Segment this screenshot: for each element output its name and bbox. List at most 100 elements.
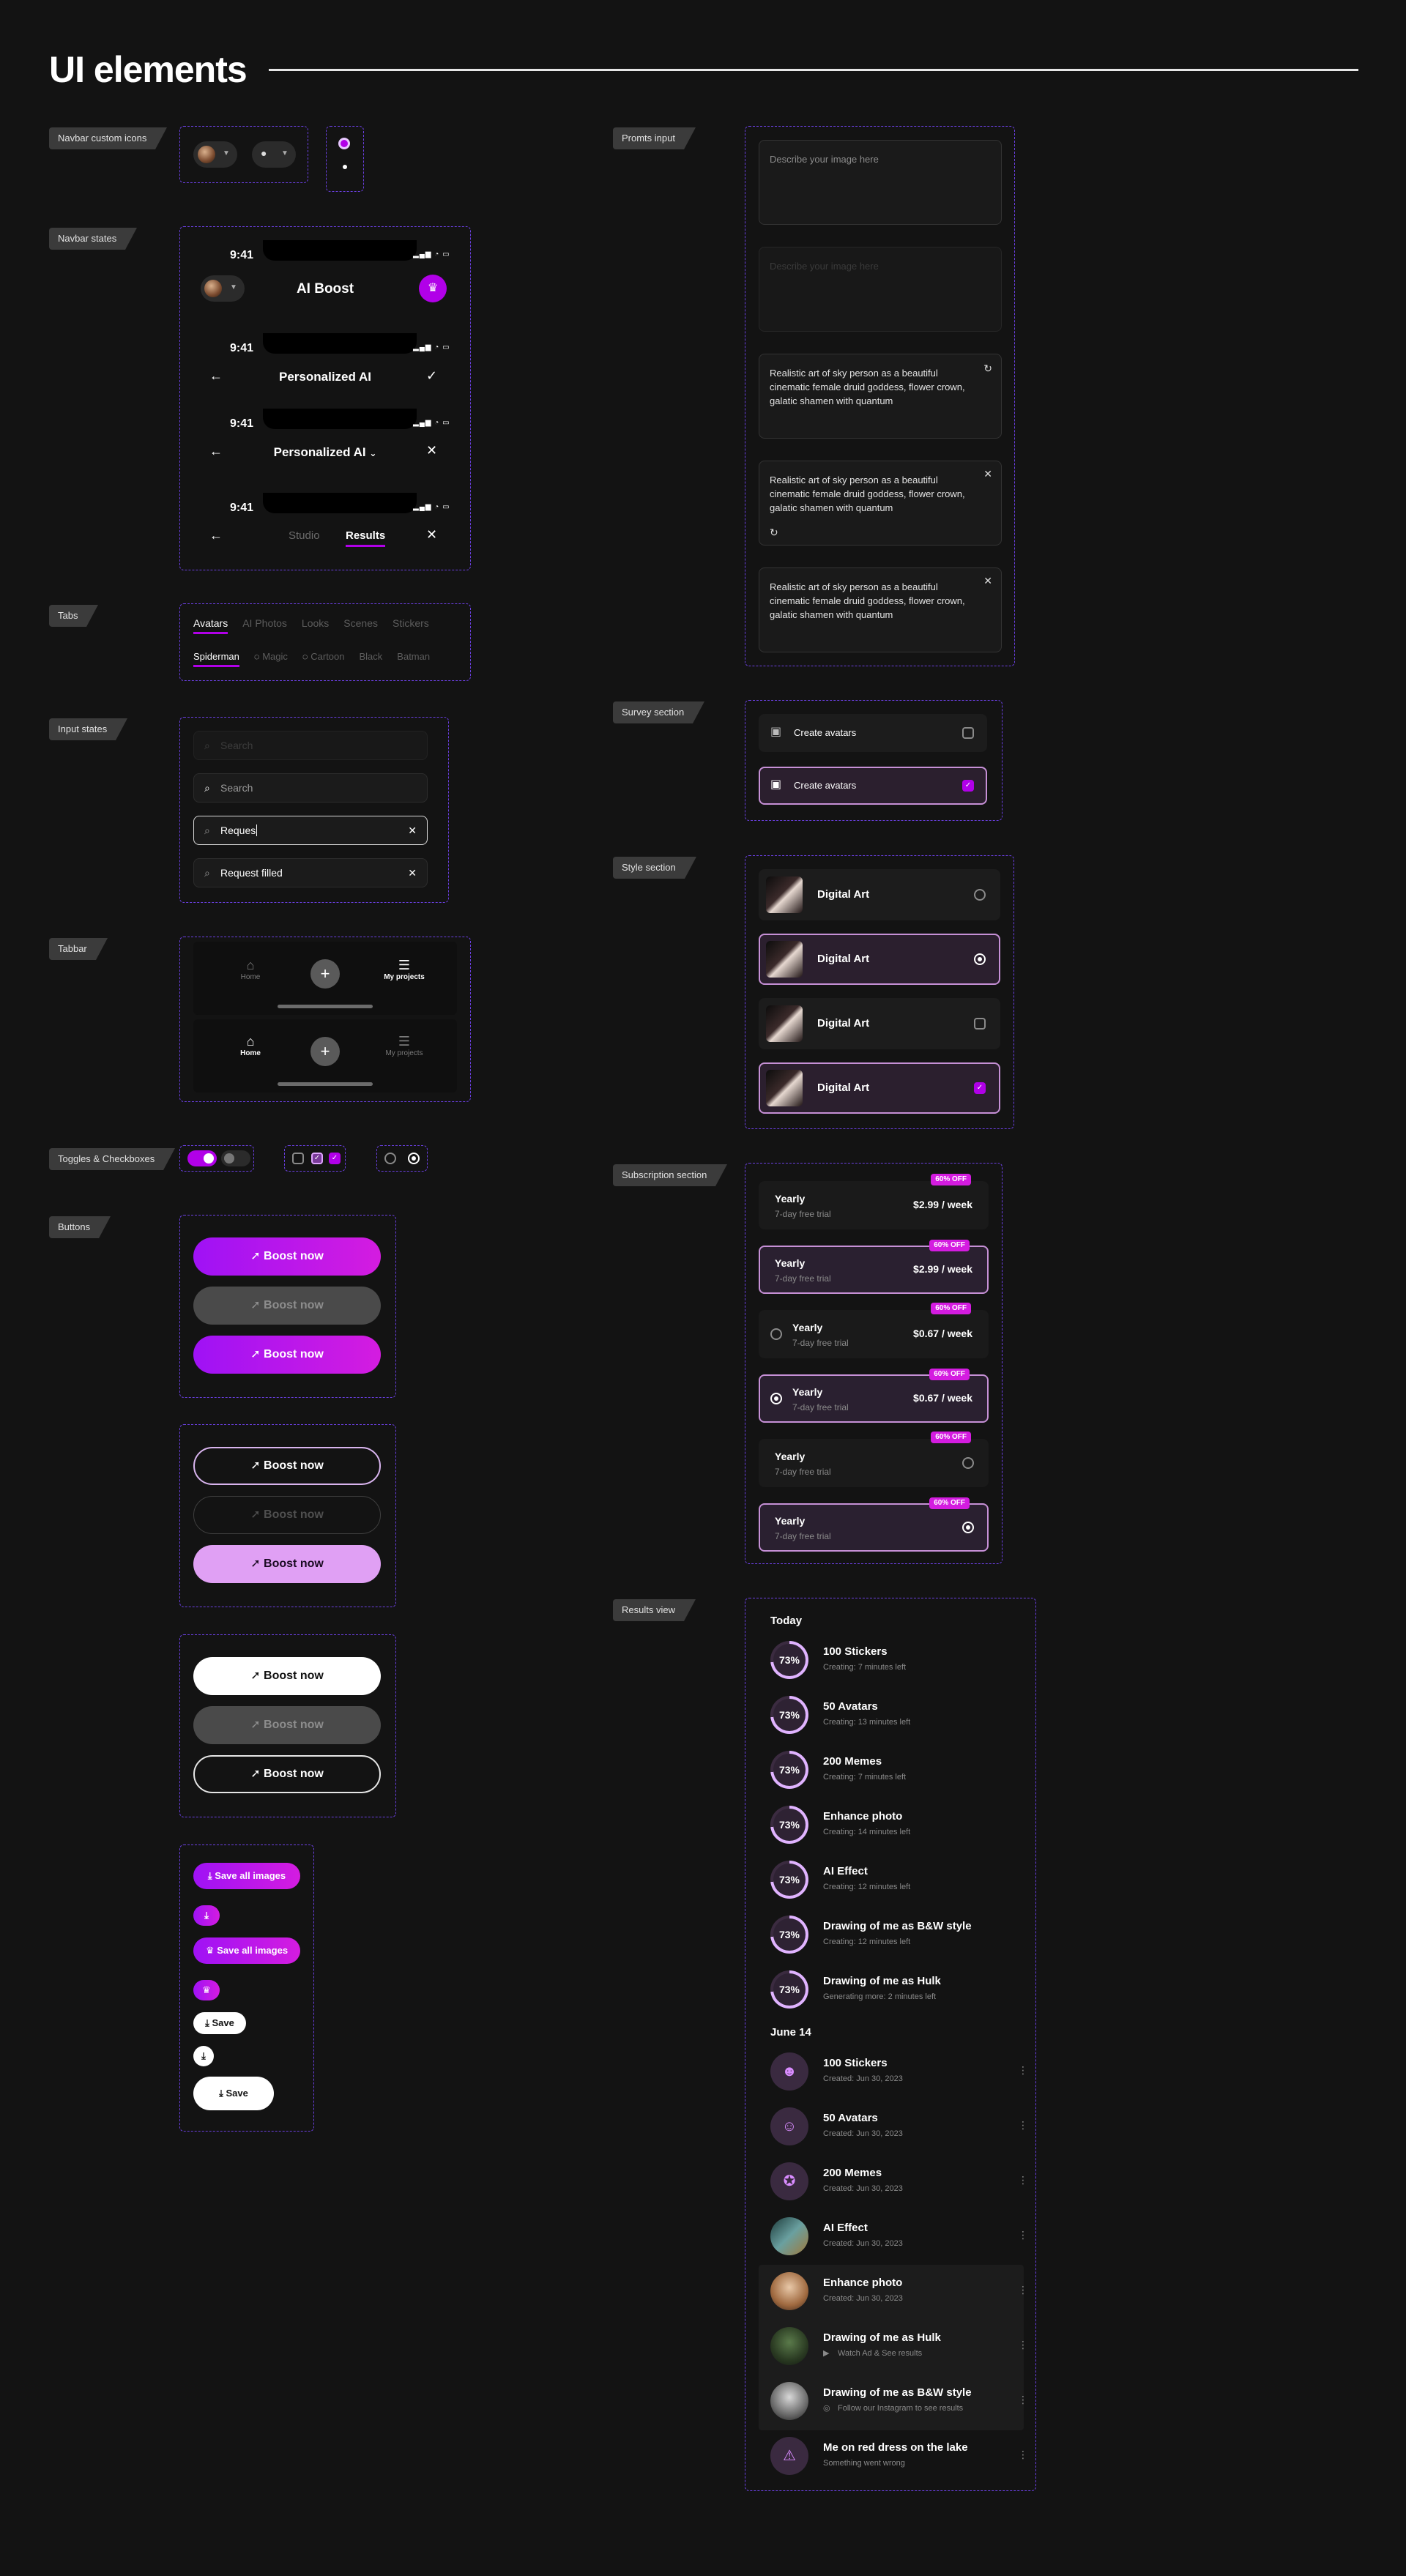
result-item-creating[interactable]: 73% Drawing of me as B&W style Creating: 1…: [770, 1908, 1019, 1958]
tab-cartoon[interactable]: ◌ Cartoon: [302, 651, 345, 667]
save-all-button[interactable]: ⤓ Save all images: [193, 1863, 300, 1889]
radio-checked[interactable]: [962, 1522, 974, 1533]
refresh-icon[interactable]: ↻: [983, 362, 992, 376]
more-icon[interactable]: ⋮: [1018, 2064, 1028, 2077]
radio-unchecked[interactable]: [974, 889, 986, 901]
result-item[interactable]: ☻ 100 Stickers Created: Jun 30, 2023 ⋮: [770, 2045, 1028, 2095]
more-icon[interactable]: ⋮: [1018, 2339, 1028, 2351]
result-item[interactable]: Enhance photo Created: Jun 30, 2023 ⋮: [770, 2265, 1028, 2315]
result-item-locked[interactable]: Drawing of me as Hulk Watch Ad & See resu…: [770, 2320, 1028, 2370]
plan-option[interactable]: 60% OFF Yearly 7-day free trial $2.99 / …: [759, 1174, 989, 1229]
survey-option[interactable]: ▣ Create avatars: [759, 714, 987, 752]
result-item-creating[interactable]: 73% 100 Stickers Creating: 7 minutes left: [770, 1634, 1019, 1683]
boost-button-light[interactable]: ➚ Boost now: [193, 1545, 381, 1583]
refresh-icon[interactable]: ↻: [770, 526, 778, 540]
crown-button-small[interactable]: ♛: [193, 1980, 220, 2000]
checkbox-checked[interactable]: ✓: [329, 1153, 341, 1164]
save-button-large[interactable]: ⤓ Save: [193, 2077, 274, 2110]
search-input-focused[interactable]: ⌕ Reques ✕: [193, 816, 428, 845]
style-option[interactable]: Digital Art: [759, 998, 1000, 1049]
close-icon[interactable]: ✕: [426, 443, 437, 458]
toggle-on[interactable]: [187, 1150, 217, 1166]
checkbox-unchecked[interactable]: [962, 727, 974, 739]
clear-icon[interactable]: ✕: [408, 816, 417, 844]
boost-button-white[interactable]: ➚ Boost now: [193, 1657, 381, 1695]
download-button-small[interactable]: ⤓: [193, 1905, 220, 1926]
prompt-input-clearable[interactable]: Realistic art of sky person as a beautif…: [759, 567, 1002, 652]
tab-my-projects[interactable]: ☰ My projects: [375, 1034, 434, 1057]
result-item-locked[interactable]: Drawing of me as B&W style Follow our Ins…: [770, 2375, 1028, 2424]
save-all-crown-button[interactable]: ♛ Save all images: [193, 1937, 300, 1964]
download-button-white[interactable]: ⤓: [193, 2046, 214, 2066]
boost-button-outline-disabled[interactable]: ➚ Boost now: [193, 1496, 381, 1534]
prompt-input-filled[interactable]: Realistic art of sky person as a beautif…: [759, 354, 1002, 439]
boost-button-white-disabled[interactable]: ➚ Boost now: [193, 1706, 381, 1744]
tab-scenes[interactable]: Scenes: [343, 617, 378, 634]
survey-option-selected[interactable]: ▣ Create avatars ✓: [759, 767, 987, 805]
checkbox-unchecked[interactable]: [974, 1018, 986, 1030]
tab-results[interactable]: Results: [346, 529, 386, 547]
result-item-creating[interactable]: 73% Drawing of me as Hulk Generating more:…: [770, 1963, 1019, 2013]
boost-button-primary[interactable]: ➚ Boost now: [193, 1237, 381, 1276]
radio-unchecked[interactable]: [962, 1457, 974, 1469]
prompt-input-disabled[interactable]: Describe your image here: [759, 247, 1002, 332]
search-input-disabled[interactable]: ⌕ Search: [193, 731, 428, 760]
close-icon[interactable]: ✕: [426, 527, 437, 543]
search-input-default[interactable]: ⌕ Search: [193, 773, 428, 803]
result-item-creating[interactable]: 73% Enhance photo Creating: 14 minutes lef…: [770, 1798, 1019, 1848]
checkbox-checked-outline[interactable]: ✓: [311, 1153, 323, 1164]
plan-option-right-radio-selected[interactable]: 60% OFF Yearly 7-day free trial: [759, 1497, 989, 1552]
tab-spiderman[interactable]: Spiderman: [193, 651, 239, 667]
close-icon[interactable]: ✕: [983, 467, 992, 481]
dot-icon[interactable]: [343, 165, 347, 169]
clear-icon[interactable]: ✕: [408, 859, 417, 887]
tab-home[interactable]: ⌂ Home: [221, 958, 280, 981]
close-icon[interactable]: ✕: [983, 574, 992, 588]
boost-button-white-outline[interactable]: ➚ Boost now: [193, 1755, 381, 1793]
crown-icon[interactable]: [338, 138, 350, 149]
tab-looks[interactable]: Looks: [302, 617, 329, 634]
radio-checked[interactable]: [408, 1153, 420, 1164]
radio-checked[interactable]: [974, 953, 986, 965]
more-icon[interactable]: ⋮: [1018, 2174, 1028, 2186]
tab-avatars[interactable]: Avatars: [193, 617, 228, 634]
add-button[interactable]: +: [310, 959, 340, 989]
boost-button-disabled[interactable]: ➚ Boost now: [193, 1287, 381, 1325]
tab-magic[interactable]: ◌ Magic: [254, 651, 288, 667]
plan-option-radio-selected[interactable]: 60% OFF Yearly 7-day free trial $0.67 / …: [759, 1369, 989, 1423]
style-option[interactable]: Digital Art: [759, 869, 1000, 920]
plan-option-selected[interactable]: 60% OFF Yearly 7-day free trial $2.99 / …: [759, 1240, 989, 1294]
plan-option-radio[interactable]: 60% OFF Yearly 7-day free trial $0.67 / …: [759, 1303, 989, 1358]
avatar-dropdown[interactable]: ▼: [193, 141, 237, 168]
more-icon[interactable]: ⋮: [1018, 2119, 1028, 2132]
checkbox-checked[interactable]: ✓: [974, 1082, 986, 1094]
back-icon[interactable]: ←: [209, 528, 223, 543]
add-button[interactable]: +: [310, 1037, 340, 1066]
checkbox-unchecked[interactable]: [292, 1153, 304, 1164]
result-item-error[interactable]: ⚠ Me on red dress on the lake Something we…: [770, 2430, 1028, 2479]
tab-my-projects[interactable]: ☰ My projects: [375, 958, 434, 981]
tab-ai-photos[interactable]: AI Photos: [242, 617, 287, 634]
result-item[interactable]: ☺ 50 Avatars Created: Jun 30, 2023 ⋮: [770, 2100, 1028, 2150]
save-button-small[interactable]: ⤓ Save: [193, 2012, 246, 2034]
user-dropdown[interactable]: ● ▼: [252, 141, 296, 168]
more-icon[interactable]: ⋮: [1018, 2284, 1028, 2296]
result-item-creating[interactable]: 73% 50 Avatars Creating: 13 minutes left: [770, 1689, 1019, 1738]
checkbox-checked[interactable]: ✓: [962, 780, 974, 792]
check-icon[interactable]: ✓: [426, 368, 437, 384]
radio-checked[interactable]: [770, 1393, 782, 1404]
toggle-off[interactable]: [221, 1150, 250, 1166]
style-option-selected[interactable]: Digital Art: [759, 934, 1000, 985]
search-input-filled[interactable]: ⌕ Request filled ✕: [193, 858, 428, 887]
result-item[interactable]: ✪ 200 Memes Created: Jun 30, 2023 ⋮: [770, 2155, 1028, 2205]
tab-batman[interactable]: Batman: [397, 651, 430, 667]
result-item[interactable]: AI Effect Created: Jun 30, 2023 ⋮: [770, 2210, 1028, 2260]
tab-stickers[interactable]: Stickers: [393, 617, 429, 634]
tab-studio[interactable]: Studio: [289, 529, 320, 542]
more-icon[interactable]: ⋮: [1018, 2229, 1028, 2241]
radio-unchecked[interactable]: [770, 1328, 782, 1340]
plan-option-right-radio[interactable]: 60% OFF Yearly 7-day free trial: [759, 1432, 989, 1487]
prompt-input-empty[interactable]: Describe your image here: [759, 140, 1002, 225]
crown-icon[interactable]: ♛: [419, 275, 447, 302]
prompt-input-editing[interactable]: Realistic art of sky person as a beautif…: [759, 461, 1002, 546]
